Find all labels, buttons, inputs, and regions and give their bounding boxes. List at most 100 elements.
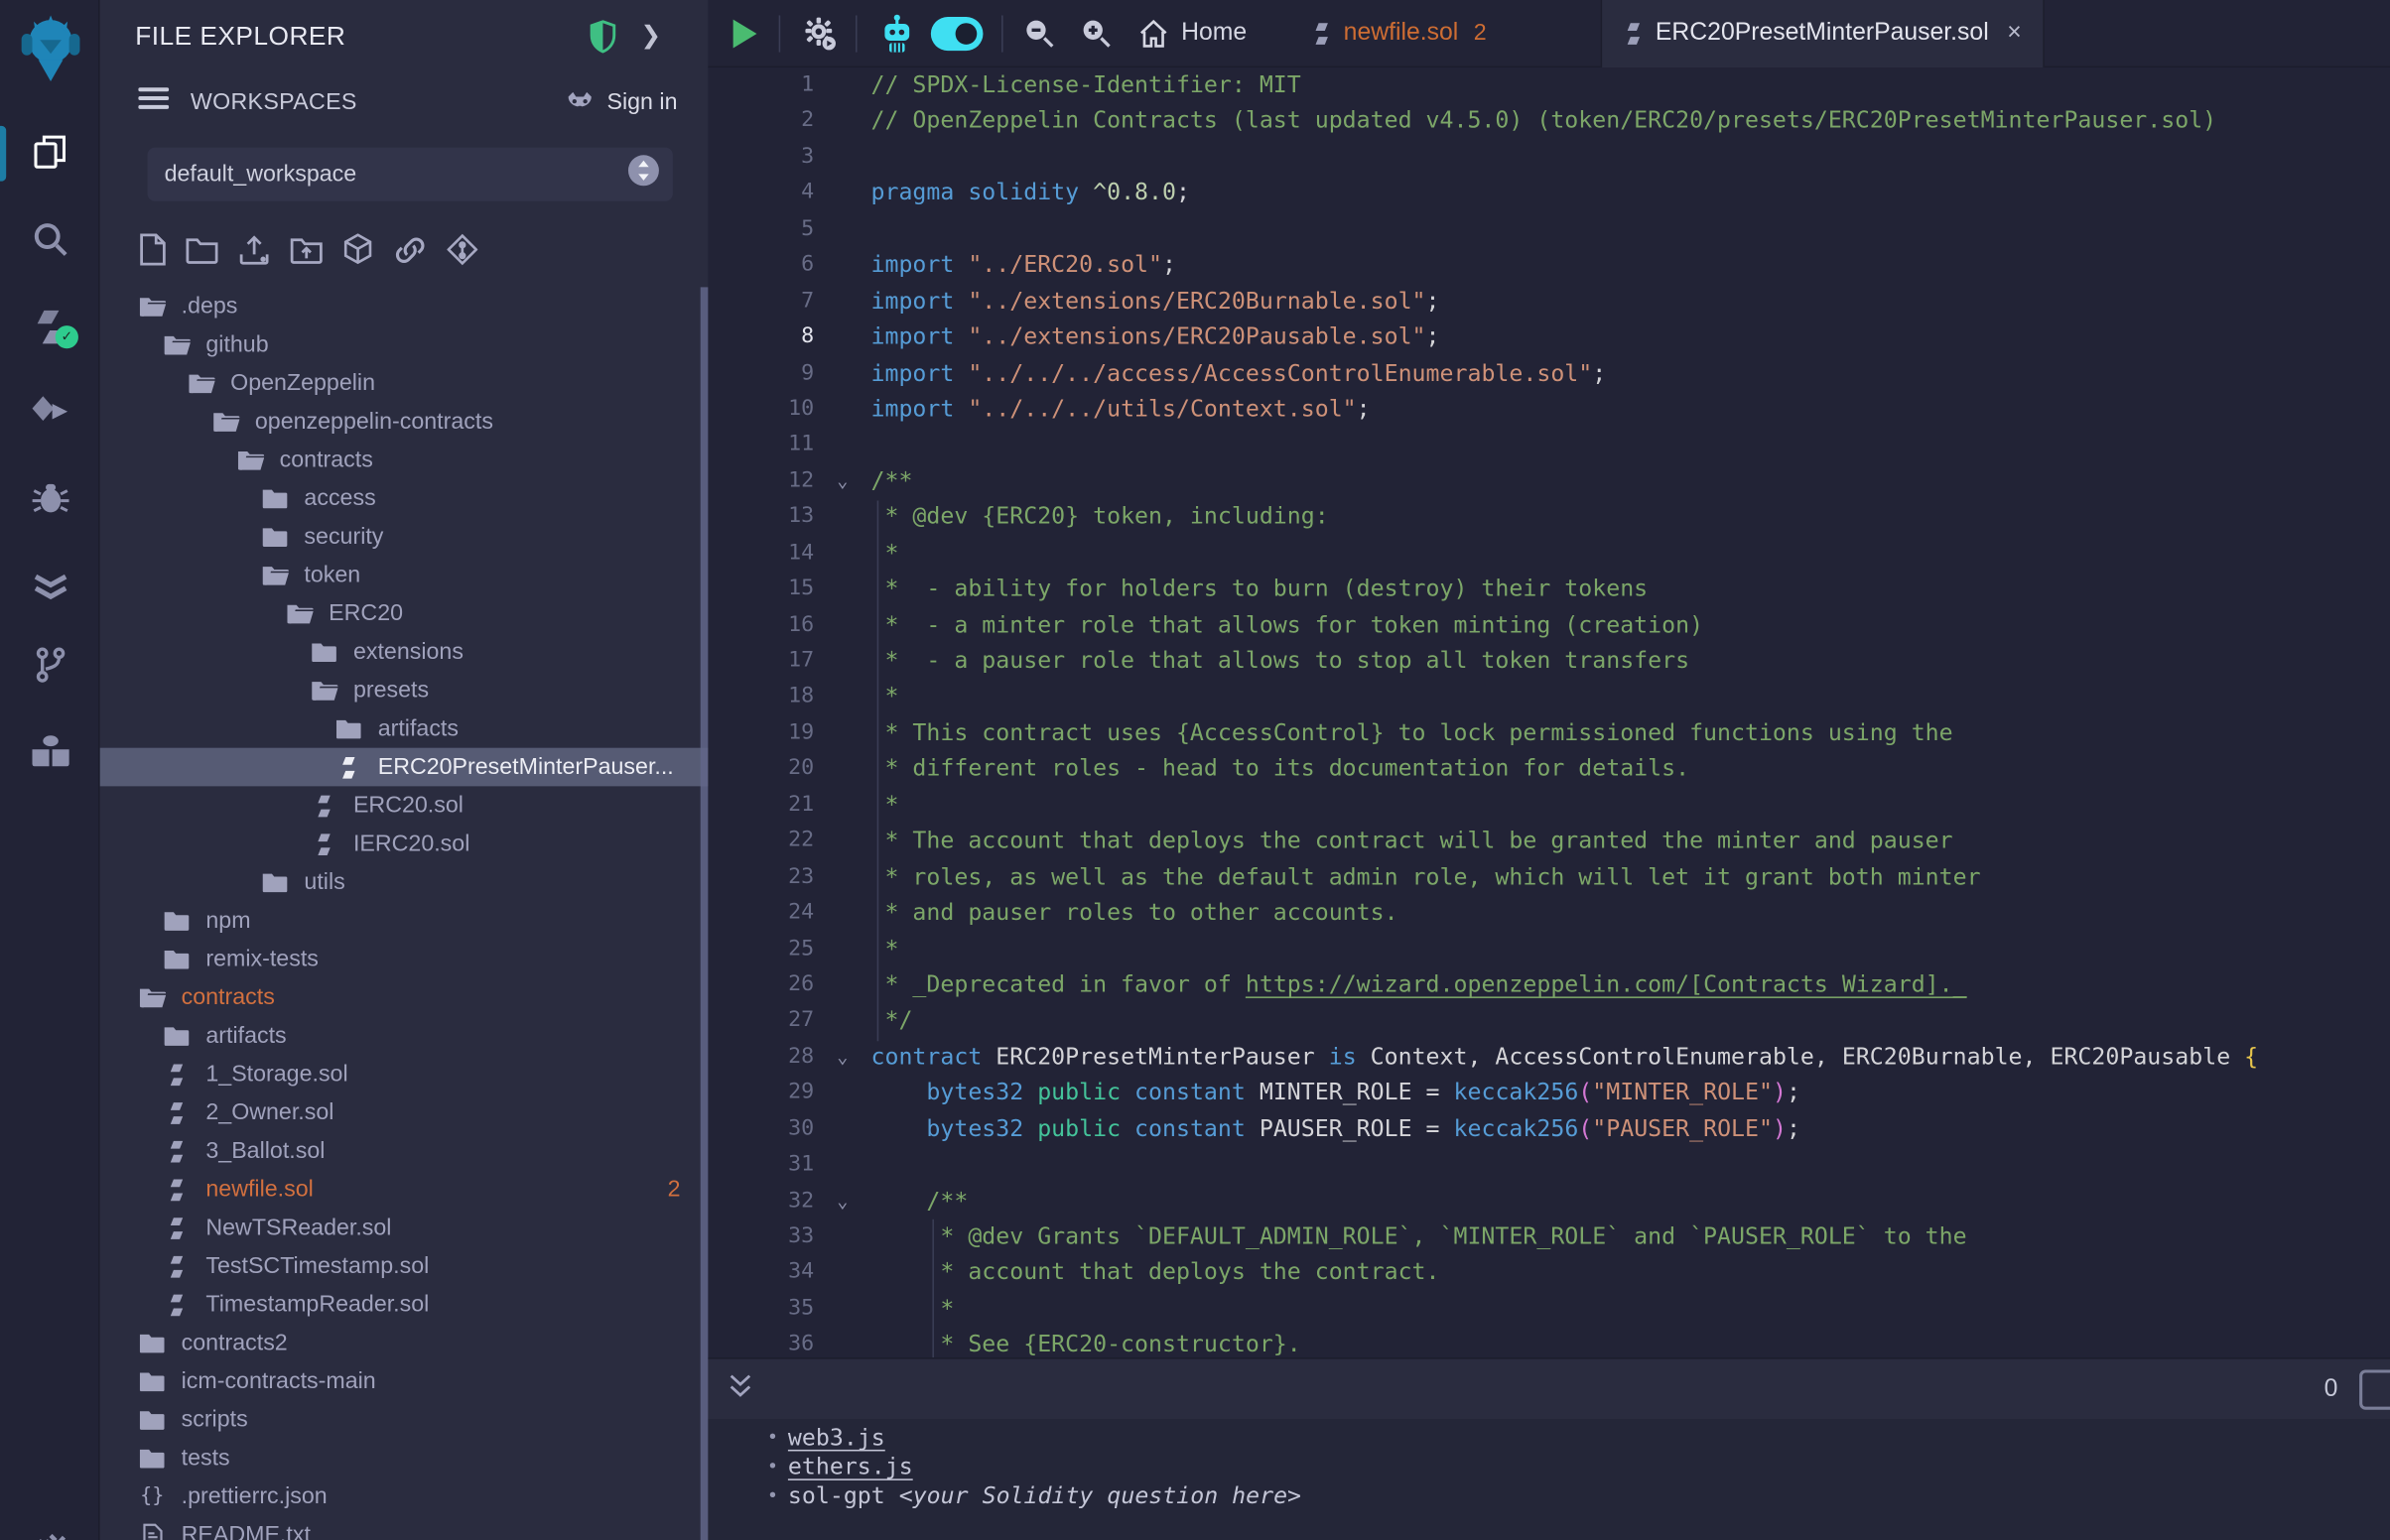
fold-chevron-icon[interactable]: ⌄	[814, 463, 870, 499]
code-line[interactable]: 15 * - ability for holders to burn (dest…	[708, 572, 2390, 607]
link-icon[interactable]	[393, 234, 427, 265]
plugin-manager-icon[interactable]	[0, 732, 100, 772]
terminal-search-box[interactable]	[2359, 1369, 2390, 1409]
code-line[interactable]: 4pragma solidity ^0.8.0;	[708, 176, 2390, 211]
terminal-link[interactable]: web3.js	[788, 1424, 885, 1454]
explorer-scrollbar[interactable]	[701, 287, 709, 1540]
new-file-icon[interactable]	[140, 233, 166, 265]
code-line[interactable]: 20 * different roles - head to its docum…	[708, 751, 2390, 787]
tree-item[interactable]: .deps	[100, 287, 709, 325]
workspace-select[interactable]: default_workspace	[148, 148, 673, 201]
code-editor[interactable]: 1// SPDX-License-Identifier: MIT2// Open…	[708, 67, 2390, 1357]
code-line[interactable]: 19 * This contract uses {AccessControl} …	[708, 715, 2390, 751]
code-line[interactable]: 21 *	[708, 788, 2390, 824]
chevron-right-icon[interactable]: ❯	[640, 20, 661, 51]
deploy-run-icon[interactable]	[0, 392, 100, 432]
code-line[interactable]: 22 * The account that deploys the contra…	[708, 824, 2390, 859]
tree-item[interactable]: artifacts	[100, 709, 709, 748]
code-line[interactable]: 2// OpenZeppelin Contracts (last updated…	[708, 103, 2390, 139]
code-line[interactable]: 3	[708, 140, 2390, 176]
zoom-in-icon[interactable]	[1078, 15, 1114, 51]
settings-icon[interactable]	[0, 1517, 100, 1540]
terminal-output[interactable]: •web3.js•ethers.js•sol-gpt <your Solidit…	[708, 1419, 2390, 1540]
ipfs-cube-icon[interactable]	[342, 233, 373, 265]
code-line[interactable]: 11	[708, 428, 2390, 463]
code-line[interactable]: 13 * @dev {ERC20} token, including:	[708, 499, 2390, 535]
code-line[interactable]: 35 *	[708, 1291, 2390, 1327]
code-line[interactable]: 26 * _Deprecated in favor of https://wiz…	[708, 967, 2390, 1003]
code-line[interactable]: 25 *	[708, 932, 2390, 967]
tree-item[interactable]: newfile.sol2	[100, 1170, 709, 1209]
tree-item[interactable]: icm-contracts-main	[100, 1362, 709, 1401]
code-line[interactable]: 10import "../../../utils/Context.sol";	[708, 392, 2390, 428]
tab-erc20presetminterpauser[interactable]: ERC20PresetMinterPauser.sol ×	[1600, 0, 2045, 66]
code-line[interactable]: 34 * account that deploys the contract.	[708, 1255, 2390, 1291]
tree-item[interactable]: IERC20.sol	[100, 825, 709, 863]
search-icon[interactable]	[0, 219, 100, 259]
expand-terminal-icon[interactable]	[729, 1372, 753, 1406]
tree-item[interactable]: scripts	[100, 1400, 709, 1439]
code-line[interactable]: 24 * and pauser roles to other accounts.	[708, 895, 2390, 931]
zoom-out-icon[interactable]	[1021, 15, 1057, 51]
code-line[interactable]: 12⌄/**	[708, 463, 2390, 499]
upload-file-icon[interactable]	[238, 233, 270, 265]
home-button[interactable]: Home	[1138, 18, 1247, 49]
tree-item[interactable]: utils	[100, 863, 709, 902]
upload-folder-icon[interactable]	[290, 235, 322, 264]
tree-item[interactable]: README.txt	[100, 1515, 709, 1540]
code-line[interactable]: 7import "../extensions/ERC20Burnable.sol…	[708, 284, 2390, 320]
tree-item[interactable]: 1_Storage.sol	[100, 1055, 709, 1093]
tree-item[interactable]: OpenZeppelin	[100, 364, 709, 403]
terminal-line[interactable]: •ethers.js	[757, 1453, 2390, 1482]
code-line[interactable]: 36 * See {ERC20-constructor}.	[708, 1328, 2390, 1357]
tab-newfile[interactable]: newfile.sol 2	[1302, 0, 1496, 66]
tree-item[interactable]: ERC20	[100, 594, 709, 633]
code-line[interactable]: 9import "../../../access/AccessControlEn…	[708, 355, 2390, 391]
debugger-icon[interactable]	[0, 479, 100, 519]
code-line[interactable]: 28⌄contract ERC20PresetMinterPauser is C…	[708, 1039, 2390, 1075]
close-tab-icon[interactable]: ×	[2007, 19, 2021, 47]
tree-item[interactable]: contracts	[100, 978, 709, 1017]
compile-settings-icon[interactable]	[799, 15, 838, 52]
code-line[interactable]: 18 *	[708, 680, 2390, 715]
ai-robot-icon[interactable]	[878, 13, 915, 53]
fold-chevron-icon[interactable]: ⌄	[814, 1039, 870, 1075]
copilot-toggle[interactable]	[931, 16, 984, 50]
tree-item[interactable]: TestSCTimestamp.sol	[100, 1247, 709, 1286]
code-line[interactable]: 27 */	[708, 1003, 2390, 1039]
tree-item[interactable]: npm	[100, 901, 709, 940]
tree-item[interactable]: access	[100, 479, 709, 518]
tree-item[interactable]: {}.prettierrc.json	[100, 1477, 709, 1516]
tree-item[interactable]: contracts2	[100, 1324, 709, 1362]
tree-item[interactable]: contracts	[100, 441, 709, 479]
new-folder-icon[interactable]	[186, 235, 217, 264]
tree-item[interactable]: security	[100, 518, 709, 557]
tree-item[interactable]: TimestampReader.sol	[100, 1285, 709, 1324]
file-explorer-icon[interactable]	[0, 132, 100, 172]
tree-item[interactable]: remix-tests	[100, 940, 709, 978]
code-line[interactable]: 6import "../ERC20.sol";	[708, 247, 2390, 283]
tree-item[interactable]: github	[100, 325, 709, 364]
fold-chevron-icon[interactable]: ⌄	[814, 1184, 870, 1219]
code-line[interactable]: 30 bytes32 public constant PAUSER_ROLE =…	[708, 1111, 2390, 1147]
run-script-button[interactable]	[730, 16, 760, 50]
terminal-line[interactable]: •web3.js	[757, 1424, 2390, 1454]
code-line[interactable]: 32⌄ /**	[708, 1184, 2390, 1219]
code-line[interactable]: 5	[708, 211, 2390, 247]
hamburger-menu-icon[interactable]	[138, 86, 169, 118]
terminal-link[interactable]: ethers.js	[788, 1453, 913, 1482]
git-diamond-icon[interactable]	[447, 233, 477, 265]
tree-item[interactable]: openzeppelin-contracts	[100, 402, 709, 441]
code-line[interactable]: 16 * - a minter role that allows for tok…	[708, 607, 2390, 643]
remix-logo[interactable]	[0, 12, 100, 82]
tree-item[interactable]: 3_Ballot.sol	[100, 1132, 709, 1171]
sign-in-button[interactable]: Sign in	[564, 88, 677, 116]
tree-item[interactable]: ERC20PresetMinterPauser...	[100, 748, 709, 787]
code-line[interactable]: 14 *	[708, 536, 2390, 572]
tree-item[interactable]: extensions	[100, 633, 709, 672]
code-line[interactable]: 29 bytes32 public constant MINTER_ROLE =…	[708, 1076, 2390, 1111]
solidity-compiler-icon[interactable]	[0, 308, 100, 347]
tree-item[interactable]: presets	[100, 671, 709, 709]
code-line[interactable]: 33 * @dev Grants `DEFAULT_ADMIN_ROLE`, `…	[708, 1219, 2390, 1255]
git-icon[interactable]	[0, 645, 100, 685]
